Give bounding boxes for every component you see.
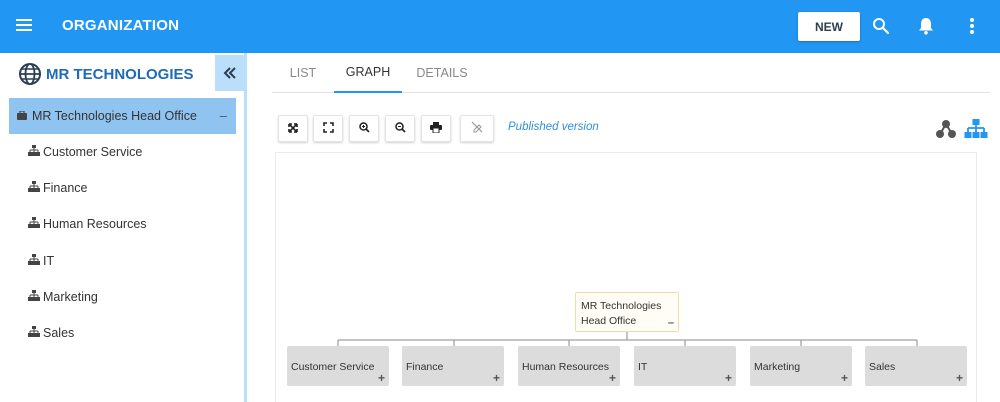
tree-item-label: IT xyxy=(43,254,55,268)
tree-item-label: MR Technologies Head Office xyxy=(32,109,197,123)
expand-toggle[interactable]: + xyxy=(841,371,848,385)
tree-item-label: Sales xyxy=(43,326,75,340)
expand-toggle[interactable]: + xyxy=(378,371,385,385)
briefcase-icon xyxy=(17,107,27,125)
org-chart-icon xyxy=(28,215,40,233)
expand-toggle[interactable]: + xyxy=(609,371,616,385)
tree-item-it[interactable]: IT xyxy=(28,250,54,272)
collapse-toggle[interactable]: – xyxy=(668,317,674,329)
org-chart-icon xyxy=(28,324,40,342)
print-icon xyxy=(430,120,442,138)
org-chart-icon xyxy=(28,179,40,197)
graph-node-marketing[interactable]: Marketing + xyxy=(750,346,852,386)
tree-item-finance[interactable]: Finance xyxy=(28,177,87,199)
sidebar: MR TECHNOLOGIES MR Technologies Head Off… xyxy=(0,53,247,402)
org-header: MR TECHNOLOGIES xyxy=(0,53,244,93)
fullscreen-icon xyxy=(322,120,334,138)
zoom-in-button[interactable] xyxy=(349,115,379,142)
expand-toggle[interactable]: + xyxy=(493,371,500,385)
tab-list[interactable]: LIST xyxy=(280,53,326,93)
collapse-toggle[interactable]: – xyxy=(220,108,227,123)
fullscreen-button[interactable] xyxy=(313,115,343,142)
app-title: ORGANIZATION xyxy=(62,17,180,34)
graph-node-sales[interactable]: Sales + xyxy=(865,346,967,386)
org-name: MR TECHNOLOGIES xyxy=(46,66,194,83)
org-chart-icon xyxy=(28,288,40,306)
tab-details[interactable]: DETAILS xyxy=(410,53,474,93)
edit-off-icon xyxy=(471,120,483,138)
graph-node-label: Marketing xyxy=(754,361,801,373)
graph-node-label: Customer Service xyxy=(291,361,375,373)
expand-toggle[interactable]: + xyxy=(956,371,963,385)
tree-item-label: Customer Service xyxy=(43,145,143,159)
zoom-in-icon xyxy=(358,120,370,138)
tab-graph[interactable]: GRAPH xyxy=(334,53,402,93)
search-icon[interactable] xyxy=(869,14,893,38)
org-chart-icon xyxy=(28,252,40,270)
expand-button[interactable] xyxy=(278,115,308,142)
double-chevron-left-icon[interactable] xyxy=(215,55,244,91)
zoom-out-icon xyxy=(394,120,406,138)
app-bar: ORGANIZATION NEW xyxy=(0,0,1000,53)
new-button[interactable]: NEW xyxy=(798,12,860,41)
tree-item-label: Finance xyxy=(43,181,88,195)
graph-node-label: Finance xyxy=(406,361,444,373)
graph-node-label: Sales xyxy=(869,361,896,373)
graph-node-human-resources[interactable]: Human Resources + xyxy=(518,346,620,386)
tree-item-marketing[interactable]: Marketing xyxy=(28,286,98,308)
org-chart-icon xyxy=(28,143,40,161)
expand-toggle[interactable]: + xyxy=(725,371,732,385)
expand-icon xyxy=(288,120,298,138)
tab-bar: LIST GRAPH DETAILS xyxy=(272,53,990,93)
globe-icon xyxy=(18,62,42,86)
edit-off-button[interactable] xyxy=(460,115,494,142)
bell-icon[interactable] xyxy=(914,14,938,38)
graph-node-label: IT xyxy=(638,361,648,373)
hierarchy-view-icon[interactable] xyxy=(964,117,988,141)
tree-item-customer-service[interactable]: Customer Service xyxy=(28,141,142,163)
more-vertical-icon[interactable] xyxy=(960,14,984,38)
tree-item-head-office[interactable]: MR Technologies Head Office – xyxy=(9,98,236,134)
version-status: Published version xyxy=(508,121,599,133)
graph-node-customer-service[interactable]: Customer Service + xyxy=(287,346,389,386)
graph-node-head-office[interactable]: MR Technologies Head Office – xyxy=(575,292,679,332)
tree-item-human-resources[interactable]: Human Resources xyxy=(28,213,147,235)
network-view-icon[interactable] xyxy=(934,117,958,141)
tree-item-sales[interactable]: Sales xyxy=(28,322,74,344)
graph-node-label: MR Technologies Head Office xyxy=(581,300,662,327)
graph-node-label: Human Resources xyxy=(522,361,609,373)
menu-icon[interactable] xyxy=(14,16,36,36)
graph-node-finance[interactable]: Finance + xyxy=(402,346,504,386)
tree-item-label: Human Resources xyxy=(43,217,147,231)
graph-node-it[interactable]: IT + xyxy=(634,346,736,386)
zoom-out-button[interactable] xyxy=(385,115,415,142)
tree-item-label: Marketing xyxy=(43,290,98,304)
print-button[interactable] xyxy=(421,115,451,142)
